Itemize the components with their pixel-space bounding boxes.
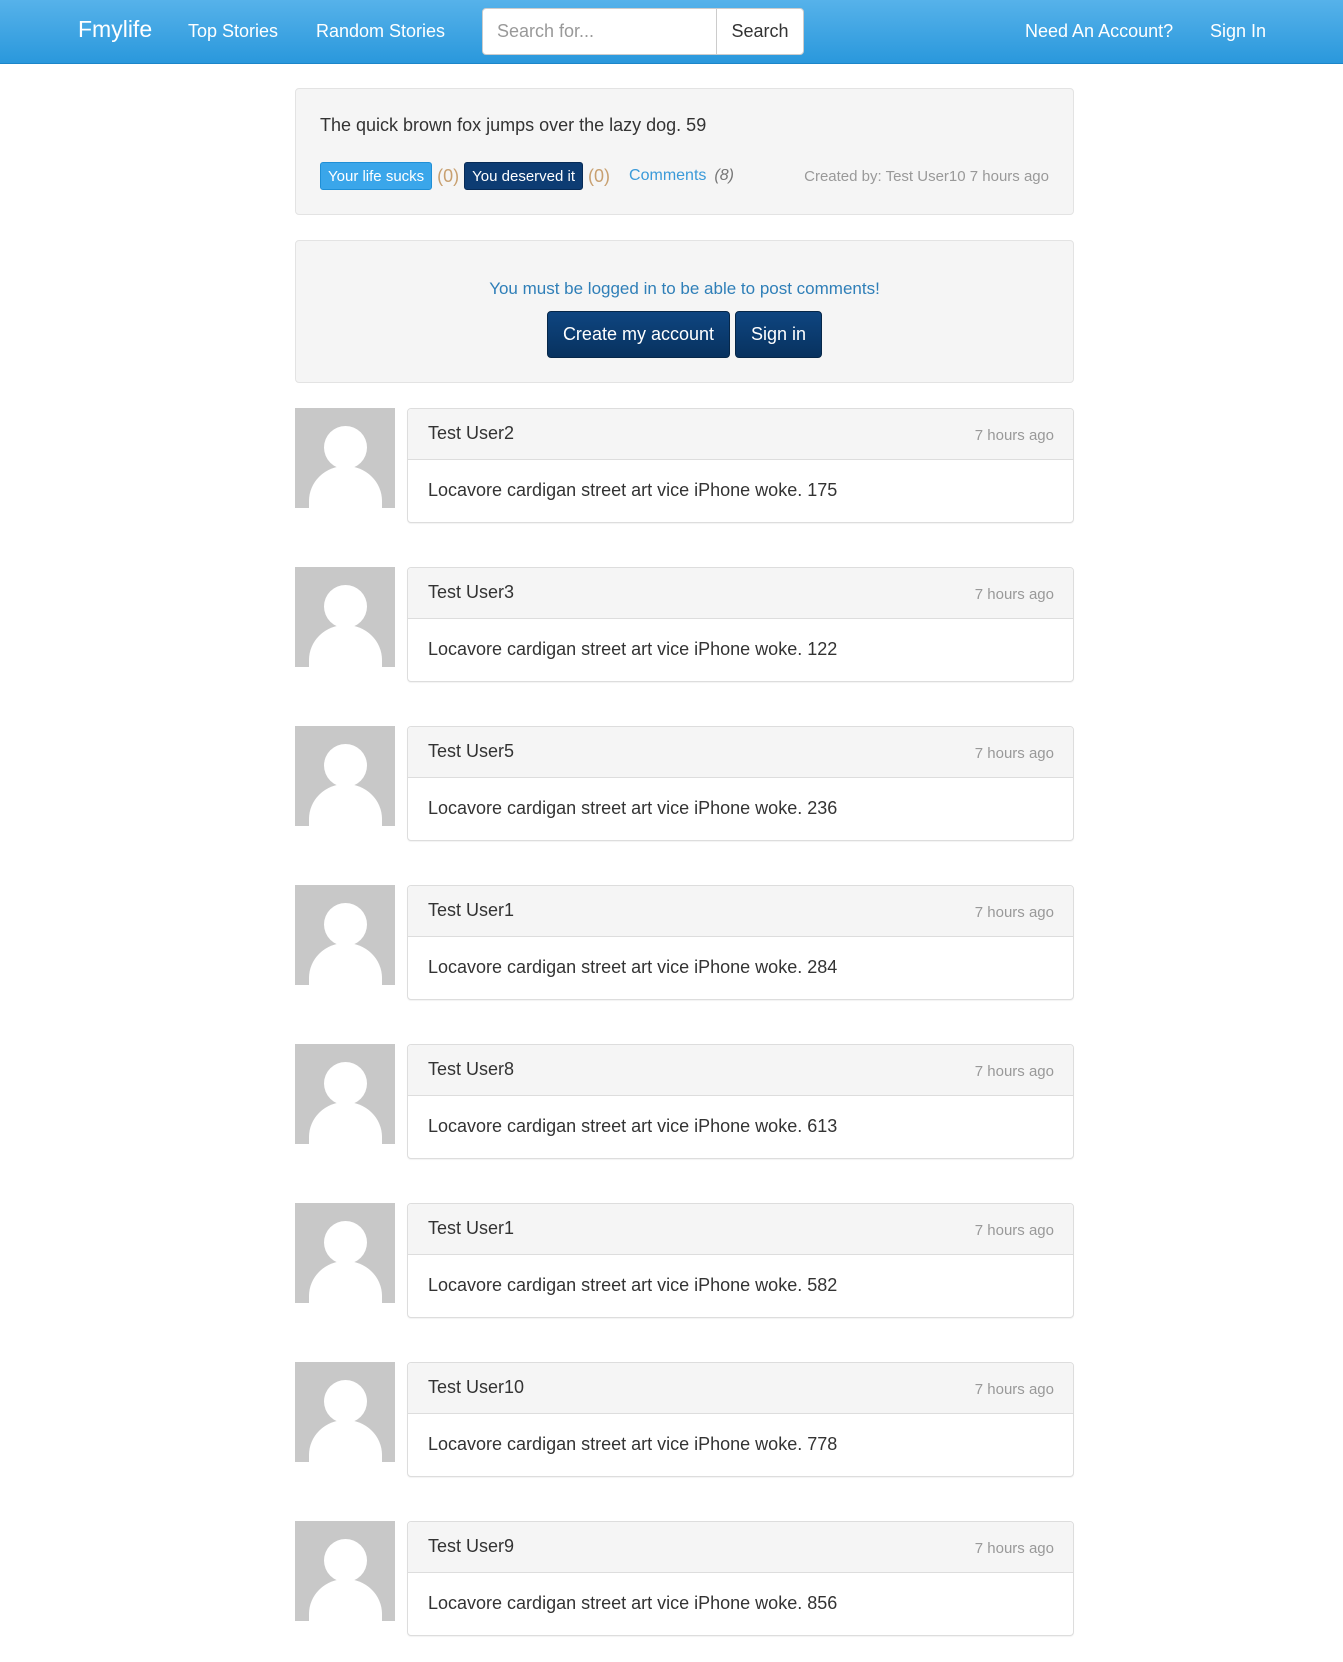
comment-header: Test User1 7 hours ago xyxy=(408,1204,1073,1255)
comment-text: Locavore cardigan street art vice iPhone… xyxy=(428,480,838,500)
comment-timestamp: 7 hours ago xyxy=(974,427,1054,444)
comment-box: Test User5 7 hours ago Locavore cardigan… xyxy=(407,726,1074,841)
avatar xyxy=(295,408,395,508)
avatar xyxy=(295,726,395,826)
comment-author: Test User1 xyxy=(428,900,515,920)
avatar xyxy=(295,1044,395,1144)
create-account-button[interactable]: Create my account xyxy=(546,311,731,358)
nav-random-stories[interactable]: Random Stories xyxy=(316,21,445,42)
comment-box: Test User1 7 hours ago Locavore cardigan… xyxy=(407,885,1074,1000)
comment-box: Test User10 7 hours ago Locavore cardiga… xyxy=(407,1362,1074,1477)
avatar xyxy=(295,885,395,985)
comment-timestamp: 7 hours ago xyxy=(974,1540,1054,1557)
comment-item: Test User5 7 hours ago Locavore cardigan… xyxy=(295,726,1074,842)
story-text: The quick brown fox jumps over the lazy … xyxy=(320,115,707,135)
login-prompt-panel: You must be logged in to be able to post… xyxy=(295,240,1074,383)
story-vote-row: Your life sucks (0) You deserved it (0) … xyxy=(320,162,734,190)
comment-timestamp: 7 hours ago xyxy=(974,745,1054,762)
comment-header: Test User9 7 hours ago xyxy=(408,1522,1073,1573)
search-input[interactable] xyxy=(483,9,716,54)
comment-box: Test User8 7 hours ago Locavore cardigan… xyxy=(407,1044,1074,1159)
comment-author: Test User8 xyxy=(428,1059,515,1079)
nav-sign-in[interactable]: Sign In xyxy=(1210,21,1266,42)
comment-text: Locavore cardigan street art vice iPhone… xyxy=(428,1116,838,1136)
comment-item: Test User3 7 hours ago Locavore cardigan… xyxy=(295,567,1074,683)
comment-item: Test User1 7 hours ago Locavore cardigan… xyxy=(295,1203,1074,1319)
comment-item: Test User1 7 hours ago Locavore cardigan… xyxy=(295,885,1074,1001)
sign-in-button[interactable]: Sign in xyxy=(735,311,823,358)
comment-item: Test User8 7 hours ago Locavore cardigan… xyxy=(295,1044,1074,1160)
top-navbar: Fmylife Top Stories Random Stories Searc… xyxy=(0,0,1343,64)
comment-item: Test User10 7 hours ago Locavore cardiga… xyxy=(295,1362,1074,1478)
comment-box: Test User1 7 hours ago Locavore cardigan… xyxy=(407,1203,1074,1318)
comment-header: Test User3 7 hours ago xyxy=(408,568,1073,619)
brand-logo-link[interactable]: Fmylife xyxy=(78,16,152,43)
nav-need-account[interactable]: Need An Account? xyxy=(1025,21,1173,42)
comment-text: Locavore cardigan street art vice iPhone… xyxy=(428,639,838,659)
comment-header: Test User1 7 hours ago xyxy=(408,886,1073,937)
comment-item: Test User9 7 hours ago Locavore cardigan… xyxy=(295,1521,1074,1637)
comment-header: Test User5 7 hours ago xyxy=(408,727,1073,778)
comment-text: Locavore cardigan street art vice iPhone… xyxy=(428,1434,838,1454)
comment-header: Test User2 7 hours ago xyxy=(408,409,1073,460)
comment-author: Test User3 xyxy=(428,582,515,602)
comment-timestamp: 7 hours ago xyxy=(974,1222,1054,1239)
login-buttons: Create my account Sign in xyxy=(296,311,1073,358)
search-button[interactable]: Search xyxy=(716,9,803,54)
comment-timestamp: 7 hours ago xyxy=(974,904,1054,921)
comment-text: Locavore cardigan street art vice iPhone… xyxy=(428,1593,838,1613)
comment-author: Test User5 xyxy=(428,741,515,761)
comment-box: Test User9 7 hours ago Locavore cardigan… xyxy=(407,1521,1074,1636)
avatar xyxy=(295,1362,395,1462)
comment-text: Locavore cardigan street art vice iPhone… xyxy=(428,798,838,818)
comment-timestamp: 7 hours ago xyxy=(974,1381,1054,1398)
sucks-vote-count: (0) xyxy=(437,165,460,186)
comment-author: Test User10 xyxy=(428,1377,525,1397)
comments-link[interactable]: Comments xyxy=(629,167,706,185)
deserved-vote-count: (0) xyxy=(588,165,611,186)
login-required-message: You must be logged in to be able to post… xyxy=(489,279,880,298)
search-group: Search xyxy=(482,8,804,55)
comment-header: Test User8 7 hours ago xyxy=(408,1045,1073,1096)
your-life-sucks-button[interactable]: Your life sucks xyxy=(320,162,433,190)
comment-author: Test User1 xyxy=(428,1218,515,1238)
story-panel: The quick brown fox jumps over the lazy … xyxy=(295,88,1074,215)
comment-text: Locavore cardigan street art vice iPhone… xyxy=(428,1275,838,1295)
comment-author: Test User2 xyxy=(428,423,515,443)
comment-box: Test User2 7 hours ago Locavore cardigan… xyxy=(407,408,1074,523)
comment-author: Test User9 xyxy=(428,1536,515,1556)
story-created-by: Created by: Test User10 7 hours ago xyxy=(804,168,1049,185)
avatar xyxy=(295,567,395,667)
comment-item: Test User2 7 hours ago Locavore cardigan… xyxy=(295,408,1074,524)
comment-timestamp: 7 hours ago xyxy=(974,1063,1054,1080)
comment-header: Test User10 7 hours ago xyxy=(408,1363,1073,1414)
comment-timestamp: 7 hours ago xyxy=(974,586,1054,603)
comment-text: Locavore cardigan street art vice iPhone… xyxy=(428,957,838,977)
comments-count: (8) xyxy=(714,167,734,184)
nav-top-stories[interactable]: Top Stories xyxy=(188,21,278,42)
avatar xyxy=(295,1203,395,1303)
avatar xyxy=(295,1521,395,1621)
you-deserved-it-button[interactable]: You deserved it xyxy=(464,162,584,190)
comment-box: Test User3 7 hours ago Locavore cardigan… xyxy=(407,567,1074,682)
